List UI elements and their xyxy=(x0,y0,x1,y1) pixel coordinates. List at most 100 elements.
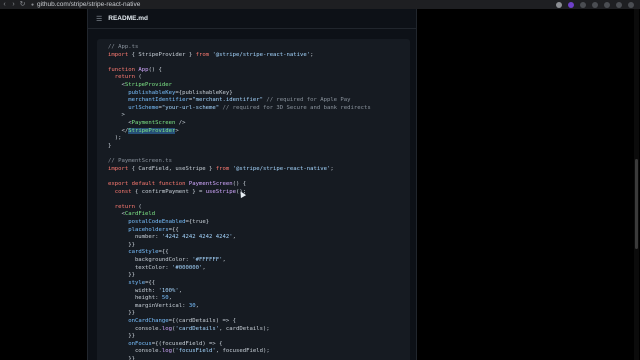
lock-icon: ● xyxy=(31,1,35,8)
back-arrow-icon[interactable]: ‹ xyxy=(0,0,9,9)
address-bar[interactable]: ● github.com/stripe/stripe-react-native xyxy=(31,1,556,9)
code-token: '100%' xyxy=(158,287,179,294)
code-token: ( xyxy=(134,74,142,81)
code-line: height: 50, xyxy=(108,295,371,303)
list-unordered-icon[interactable]: ☰ xyxy=(96,15,102,23)
code-token: ( xyxy=(134,203,142,210)
code-token: // required for Apple Pay xyxy=(266,97,351,104)
extension-icon[interactable] xyxy=(568,1,574,8)
scroll-thumb[interactable] xyxy=(635,159,638,249)
code-token: , xyxy=(168,295,173,302)
code-line: > xyxy=(108,112,371,120)
code-token: , xyxy=(222,257,226,264)
code-line: urlScheme="your-url-scheme" // required … xyxy=(108,105,371,113)
code-line: return ( xyxy=(108,74,371,82)
code-token: // PaymentScreen.ts xyxy=(108,158,172,165)
code-token: console. xyxy=(108,348,162,355)
code-token: () { xyxy=(148,66,162,73)
code-line: }} xyxy=(108,356,371,360)
code-token: useStripe xyxy=(205,188,236,195)
code-token: ; xyxy=(310,51,314,58)
code-line: export default function PaymentScreen() … xyxy=(108,181,371,189)
code-token: > xyxy=(108,112,125,119)
code-token: /> xyxy=(175,120,186,127)
code-token: { confirmPayment } = xyxy=(131,188,206,195)
code-token: number: xyxy=(108,234,162,241)
code-token: from xyxy=(215,165,230,172)
code-token: 'cardDetails' xyxy=(175,325,220,332)
profile-avatar[interactable] xyxy=(616,1,622,8)
code-line: onCardChange={(cardDetails) => { xyxy=(108,318,371,326)
readme-title[interactable]: README.md xyxy=(108,15,148,22)
code-token: CardField xyxy=(124,211,156,218)
code-token: ={{ xyxy=(158,249,169,256)
menu-dots-icon[interactable] xyxy=(628,1,634,8)
code-token: 30 xyxy=(188,302,196,309)
code-token: < xyxy=(108,211,125,218)
code-token: StripeProvider xyxy=(128,127,176,134)
code-line: // App.ts xyxy=(108,44,371,52)
code-token: ; xyxy=(330,165,334,172)
code-token: }} xyxy=(108,355,135,360)
code-token: marginVertical: xyxy=(108,302,189,309)
code-token: }} xyxy=(108,310,135,317)
page-content: ☰ README.md // App.ts import { StripeProv… xyxy=(0,9,640,360)
readme-header: ☰ README.md xyxy=(88,9,416,29)
code-token: < xyxy=(108,82,125,89)
code-token: urlScheme xyxy=(128,104,159,111)
code-line: cardStyle={{ xyxy=(108,249,371,257)
page-scrollbar[interactable] xyxy=(634,9,639,360)
code-token: () { xyxy=(232,180,247,187)
code-line: import { CardField, useStripe } from '@s… xyxy=(108,166,371,174)
code-line: function App() { xyxy=(108,67,371,75)
code-line: }} xyxy=(108,333,371,341)
bookmark-star-icon[interactable] xyxy=(556,1,562,8)
code-token: '#000000' xyxy=(172,264,203,271)
code-token: postalCodeEnabled xyxy=(128,219,186,226)
code-token: App xyxy=(138,66,149,73)
code-token: } xyxy=(108,142,112,149)
reload-icon[interactable]: ↻ xyxy=(18,0,27,9)
code-line: onFocus={(focusedField) => { xyxy=(108,341,371,349)
code-token: cardStyle xyxy=(128,249,159,256)
code-token: < xyxy=(108,120,132,127)
code-token: ={{ xyxy=(145,279,156,286)
extension-icon[interactable] xyxy=(580,1,586,8)
code-token: '@stripe/stripe-react-native' xyxy=(212,51,311,58)
code-token: 50 xyxy=(161,295,169,302)
code-token: }} xyxy=(108,272,135,279)
code-token: function xyxy=(158,180,186,187)
url-text[interactable]: github.com/stripe/stripe-react-native xyxy=(37,1,140,8)
code-token: , focusedField); xyxy=(215,348,270,355)
code-token: '4242 4242 4242 4242' xyxy=(161,234,233,241)
code-token: export xyxy=(108,180,129,187)
code-line: console.log('focusField', focusedField); xyxy=(108,348,371,356)
code-token: { StripeProvider } xyxy=(128,51,196,58)
puzzle-icon[interactable] xyxy=(604,1,610,8)
code-token: > xyxy=(175,127,179,134)
code-token: from xyxy=(195,51,210,58)
code-token: width: xyxy=(108,287,159,294)
code-token: PaymentScreen xyxy=(131,120,176,127)
code-token: ={publishableKey} xyxy=(175,89,233,96)
code-token: log xyxy=(161,348,172,355)
code-line: width: '100%', xyxy=(108,288,371,296)
code-line: <StripeProvider xyxy=(108,82,371,90)
forward-arrow-icon[interactable]: › xyxy=(9,0,18,9)
extension-icon[interactable] xyxy=(592,1,598,8)
code-token: // App.ts xyxy=(108,44,139,50)
code-content: // App.ts import { StripeProvider } from … xyxy=(108,44,371,360)
code-line: publishableKey={publishableKey} xyxy=(108,90,371,98)
code-token: backgroundColor: xyxy=(108,257,193,264)
code-line: merchantIdentifier="merchant.identifier"… xyxy=(108,97,371,105)
code-token: PaymentScreen xyxy=(188,180,233,187)
code-line: textColor: '#000000', xyxy=(108,265,371,273)
code-token: </ xyxy=(108,127,129,134)
